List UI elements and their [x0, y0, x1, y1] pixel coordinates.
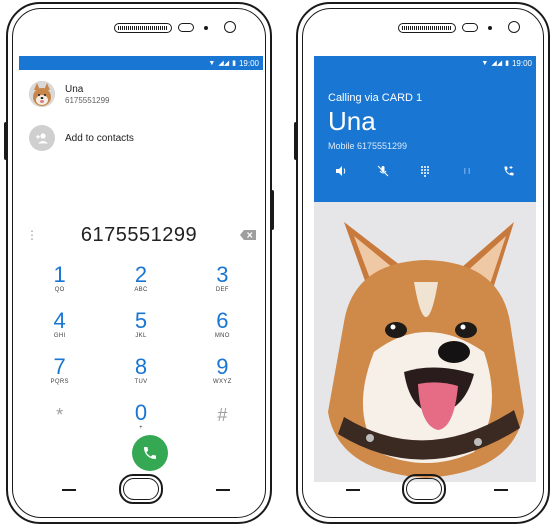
proximity-sensor: [178, 23, 194, 32]
dialpad-icon[interactable]: [415, 163, 435, 179]
proximity-sensor: [462, 23, 478, 32]
wifi-icon: ▼: [208, 59, 216, 67]
contact-name: Una: [65, 83, 84, 95]
sensor-dot: [204, 26, 208, 30]
front-camera: [508, 21, 520, 33]
sensor-dot: [488, 26, 492, 30]
dialer-screen: ▼ ◢◢ ▮ 19:00 Una 6175551299 Add to conta…: [19, 56, 263, 482]
call-header: Calling via CARD 1 Una Mobile 6175551299: [314, 70, 536, 202]
call-button[interactable]: [132, 435, 168, 471]
contact-number: 6175551299: [65, 95, 110, 105]
key-5[interactable]: 5 JKL: [100, 306, 181, 352]
earpiece-speaker: [114, 23, 172, 33]
signal-icon: ◢◢: [491, 59, 503, 67]
battery-icon: ▮: [232, 59, 236, 67]
back-key[interactable]: [62, 489, 76, 491]
add-to-contacts-row[interactable]: Add to contacts: [19, 120, 263, 156]
call-action-bar: [314, 151, 536, 179]
signal-icon: ◢◢: [218, 59, 230, 67]
dialed-number-bar: ⋮ 6175551299: [19, 212, 263, 258]
back-key[interactable]: [346, 489, 360, 491]
key-8[interactable]: 8 TUV: [100, 352, 181, 398]
volume-button: [4, 122, 8, 160]
key-6[interactable]: 6 MNO: [182, 306, 263, 352]
speaker-icon[interactable]: [331, 163, 351, 179]
key-1[interactable]: 1 QO: [19, 260, 100, 306]
right-phone: ▼ ◢◢ ▮ 19:00 Calling via CARD 1 Una Mobi…: [294, 2, 550, 524]
power-button: [270, 190, 274, 230]
add-to-contacts-label: Add to contacts: [65, 132, 134, 144]
key-hash[interactable]: #: [182, 398, 263, 444]
key-2[interactable]: 2 ABC: [100, 260, 181, 306]
add-call-icon[interactable]: [499, 163, 519, 179]
overflow-menu-icon[interactable]: ⋮: [19, 228, 45, 242]
top-hardware: [8, 18, 270, 38]
key-star[interactable]: *: [19, 398, 100, 444]
status-bar: ▼ ◢◢ ▮ 19:00: [314, 56, 536, 70]
bottom-hardware: [298, 474, 548, 504]
caller-photo: [314, 202, 536, 482]
wifi-icon: ▼: [481, 59, 489, 67]
caller-name: Una: [328, 106, 376, 136]
dog-photo-icon: [314, 202, 536, 482]
home-button[interactable]: [402, 474, 446, 504]
front-camera: [224, 21, 236, 33]
add-contact-icon: [29, 125, 55, 151]
backspace-icon[interactable]: [233, 230, 263, 240]
left-phone: ▼ ◢◢ ▮ 19:00 Una 6175551299 Add to conta…: [4, 2, 274, 524]
in-call-screen: ▼ ◢◢ ▮ 19:00 Calling via CARD 1 Una Mobi…: [314, 56, 536, 482]
recents-key[interactable]: [216, 489, 230, 491]
dial-keypad: 1 QO 2 ABC 3 DEF 4 GHI 5 JKL 6 MNO 7 PQRS 8 TUV …: [19, 260, 263, 444]
key-3[interactable]: 3 DEF: [182, 260, 263, 306]
key-4[interactable]: 4 GHI: [19, 306, 100, 352]
mute-icon[interactable]: [373, 163, 393, 179]
recents-key[interactable]: [494, 489, 508, 491]
bottom-hardware: [8, 474, 270, 504]
status-time: 19:00: [511, 58, 532, 68]
key-7[interactable]: 7 PQRS: [19, 352, 100, 398]
dialed-number[interactable]: 6175551299: [45, 224, 233, 247]
top-hardware: [298, 18, 548, 38]
dog-avatar-icon: [29, 81, 55, 107]
contact-avatar: [29, 81, 55, 107]
caller-number: Mobile 6175551299: [328, 141, 408, 151]
volume-button: [294, 122, 298, 160]
phone-icon: [144, 447, 156, 459]
home-button[interactable]: [119, 474, 163, 504]
battery-icon: ▮: [505, 59, 509, 67]
earpiece-speaker: [398, 23, 456, 33]
pause-icon[interactable]: [457, 163, 477, 179]
calling-via-label: Calling via CARD 1: [328, 92, 423, 104]
key-9[interactable]: 9 WXYZ: [182, 352, 263, 398]
status-bar: ▼ ◢◢ ▮ 19:00: [19, 56, 263, 70]
status-time: 19:00: [238, 58, 259, 68]
contact-suggestion[interactable]: Una 6175551299: [19, 76, 263, 112]
